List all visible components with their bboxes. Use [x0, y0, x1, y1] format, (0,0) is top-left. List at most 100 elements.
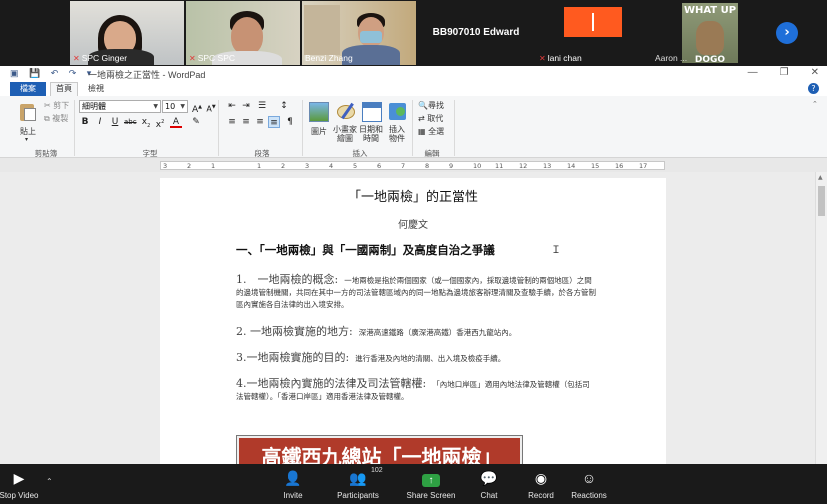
- tab-view[interactable]: 檢視: [88, 82, 104, 96]
- participants-button[interactable]: 👥 102 Participants: [334, 467, 383, 500]
- line-spacing-icon[interactable]: ↕: [278, 100, 290, 112]
- bullets-icon[interactable]: ☰: [256, 100, 268, 112]
- ribbon-tabs: 檔案 首頁 檢視 ?: [0, 82, 827, 96]
- participant-count: 102: [371, 467, 383, 474]
- select-all-icon: ▦: [418, 127, 426, 136]
- insert-object-button[interactable]: 插入 物件: [389, 125, 405, 143]
- document-page[interactable]: 「一地兩檢」的正當性 何慶文 一、「一地兩檢」與「一國兩制」及高度自治之爭議 Ｉ…: [160, 178, 666, 464]
- align-right-icon[interactable]: ≡: [254, 116, 266, 128]
- participant-tile[interactable]: WHAT UP DOGO Aaron ...: [652, 1, 766, 65]
- quick-access-toolbar[interactable]: ▣ 💾 ↶ ↷ ▾: [10, 68, 95, 79]
- next-page-button[interactable]: ›: [776, 22, 798, 44]
- font-color-icon[interactable]: A: [170, 116, 182, 128]
- participant-name: Benzi Zhang: [305, 53, 353, 63]
- justify-icon[interactable]: ≡: [268, 116, 280, 128]
- doc-title: 「一地兩檢」的正當性: [347, 190, 478, 205]
- scrollbar-thumb[interactable]: [818, 186, 825, 216]
- separator: [218, 100, 219, 156]
- doc-item: 1. 一地兩檢的概念: 一地兩檢是指於兩個國家（或一個國家內，採取邊境管制的兩個地…: [236, 273, 596, 310]
- scissors-icon: ✂: [44, 101, 51, 110]
- superscript-icon[interactable]: x2: [154, 116, 166, 130]
- replace-icon: ⇄: [418, 114, 425, 123]
- scroll-up-icon[interactable]: ▲: [818, 174, 823, 181]
- participant-name-center: BB907010 Edward: [432, 27, 520, 38]
- participant-tile[interactable]: ✕ SPC SPC: [186, 1, 300, 65]
- participant-name: ✕ lani chan: [539, 53, 582, 63]
- paint-drawing-button[interactable]: 小畫家 繪圖: [333, 125, 357, 143]
- minimize-icon[interactable]: —: [748, 67, 758, 78]
- decrease-indent-icon[interactable]: ⇤: [226, 100, 238, 112]
- tab-file[interactable]: 檔案: [10, 82, 46, 96]
- group-label-font: 字型: [142, 149, 158, 158]
- ruler-bar: 3 2 1 1 2 3 4 5 6 7 8 9 10 11 12 13 14 1…: [160, 161, 665, 170]
- tab-home[interactable]: 首頁: [50, 82, 78, 96]
- muted-mic-icon: ✕: [539, 54, 546, 63]
- chevron-down-icon: ▼: [153, 103, 158, 110]
- close-icon[interactable]: ✕: [811, 67, 819, 78]
- separator: [454, 100, 455, 156]
- meme-top-text: WHAT UP: [683, 5, 737, 16]
- italic-icon[interactable]: I: [94, 116, 106, 128]
- find-button[interactable]: 🔍尋找: [418, 100, 444, 111]
- paste-dropdown-icon[interactable]: ▾: [25, 136, 28, 143]
- font-size-select[interactable]: 10 ▼: [162, 100, 188, 113]
- cut-button[interactable]: ✂ 剪下: [44, 100, 69, 111]
- subscript-icon[interactable]: x2: [140, 116, 152, 129]
- highlight-icon[interactable]: ✎: [190, 116, 202, 128]
- increase-indent-icon[interactable]: ⇥: [240, 100, 252, 112]
- add-user-icon: 👤: [284, 470, 302, 486]
- participant-tile[interactable]: ✕ SPC Ginger: [70, 1, 184, 65]
- underline-icon[interactable]: U: [109, 116, 121, 128]
- video-options-caret-icon[interactable]: ⌃: [46, 477, 53, 486]
- font-family-select[interactable]: 細明體 ▼: [79, 100, 161, 113]
- chevron-right-icon: ›: [784, 25, 790, 40]
- doc-item: 3.一地兩檢實施的目的: 進行香港及內地的清關、出入境及檢疫手續。: [236, 351, 506, 364]
- document-area[interactable]: 「一地兩檢」的正當性 何慶文 一、「一地兩檢」與「一國兩制」及高度自治之爭議 Ｉ…: [0, 172, 815, 464]
- record-icon: ◉: [534, 470, 548, 486]
- maximize-icon[interactable]: ❐: [780, 67, 789, 78]
- group-label-paragraph: 段落: [254, 149, 270, 158]
- paint-icon[interactable]: [336, 102, 356, 122]
- embedded-image[interactable]: 高鐵西九總站「一地兩檢」: [236, 435, 523, 464]
- select-all-button[interactable]: ▦ 全選: [418, 126, 444, 137]
- replace-button[interactable]: ⇄ 取代: [418, 113, 443, 124]
- shrink-font-icon[interactable]: A▼: [205, 101, 217, 114]
- paste-icon[interactable]: [18, 102, 38, 122]
- vertical-scrollbar[interactable]: ▲: [815, 172, 827, 464]
- picture-button[interactable]: 圖片: [311, 126, 327, 137]
- align-left-icon[interactable]: ≡: [226, 116, 238, 128]
- copy-button[interactable]: ⧉ 複製: [44, 113, 68, 124]
- participant-tile[interactable]: ✕ lani chan: [536, 1, 650, 65]
- help-icon[interactable]: ?: [808, 83, 819, 94]
- align-center-icon[interactable]: ≡: [240, 116, 252, 128]
- wordpad-window: ▣ 💾 ↶ ↷ ▾ 一地兩檢之正當性 - WordPad — ❐ ✕ 檔案 首頁 檢…: [0, 66, 827, 464]
- picture-icon[interactable]: [309, 102, 329, 122]
- reactions-button[interactable]: ☺ Reactions: [568, 469, 610, 500]
- chevron-down-icon: ▼: [180, 103, 185, 110]
- participant-tile[interactable]: BB907010 Edward: [418, 1, 534, 65]
- bold-icon[interactable]: B: [79, 116, 91, 128]
- invite-button[interactable]: 👤 Invite: [276, 469, 310, 500]
- ruler[interactable]: 3 2 1 1 2 3 4 5 6 7 8 9 10 11 12 13 14 1…: [0, 159, 827, 171]
- stop-video-button[interactable]: ▶ Stop Video: [0, 469, 44, 500]
- datetime-button[interactable]: 日期和 時間: [359, 125, 383, 143]
- group-label-clipboard: 剪貼簿: [34, 149, 58, 158]
- paragraph-icon[interactable]: ¶: [284, 116, 296, 128]
- collapse-ribbon-icon[interactable]: ⌃: [812, 100, 818, 108]
- insert-object-icon[interactable]: [388, 102, 408, 122]
- chat-bubble-icon: 💬: [480, 470, 498, 486]
- separator: [302, 100, 303, 156]
- chat-button[interactable]: 💬 Chat: [474, 469, 504, 500]
- share-screen-icon: ↑: [422, 474, 440, 487]
- muted-mic-icon: ✕: [189, 54, 196, 63]
- participant-tile[interactable]: Benzi Zhang: [302, 1, 416, 65]
- record-button[interactable]: ◉ Record: [524, 469, 558, 500]
- share-screen-button[interactable]: ↑ Share Screen: [404, 469, 458, 500]
- doc-item: 2. 一地兩檢實施的地方: 深港高速鐵路（廣深港高鐵）香港西九龍站內。: [236, 325, 517, 338]
- participant-strip: ✕ SPC Ginger ✕ SPC SPC Benzi Zhang BB90701…: [0, 0, 827, 66]
- grow-font-icon[interactable]: A▲: [191, 101, 203, 115]
- separator: [74, 100, 75, 156]
- ribbon: 貼上 ▾ ✂ 剪下 ⧉ 複製 剪貼簿 細明體 ▼ 10 ▼ A▲ A▼ B I U …: [0, 96, 827, 158]
- strikethrough-icon[interactable]: abc: [124, 116, 137, 128]
- calendar-icon[interactable]: [362, 102, 382, 122]
